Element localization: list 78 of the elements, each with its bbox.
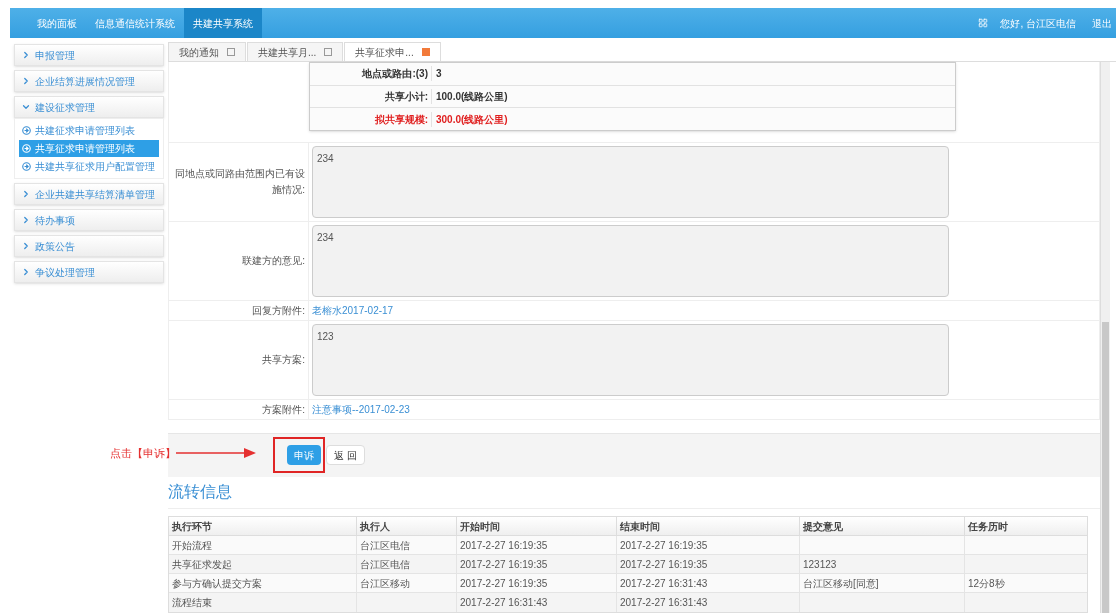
grid-icon[interactable] [978,18,989,28]
summary-value: 3 [435,67,442,82]
table-cell-text: 开始流程 [172,538,212,553]
sidebar-subitem[interactable]: 共建共享征求用户配置管理 [19,158,159,175]
sidebar-item[interactable]: 建设征求管理 [14,96,164,118]
close-icon[interactable] [227,48,235,56]
summary-value: 100.0(线路公里) [435,90,508,104]
table-cell-text: 台江区电信 [360,557,410,572]
sidebar-item[interactable]: 政策公告 [14,235,164,257]
sidebar-subitem[interactable]: 共建征求申请管理列表 [19,122,159,139]
arrow-icon [176,448,256,459]
column-header: 开始时间 [460,519,500,534]
field-label: 同地点或同路由范围内已有设施情况: [174,167,305,197]
page-tab[interactable]: 共享征求申... [344,42,441,61]
field-label: 共享方案: [262,353,305,367]
attachment-link[interactable]: 老榕水2017-02-17 [312,303,394,318]
section-title: 流转信息 [168,482,232,503]
attachment-link[interactable]: 注意事项--2017-02-23 [312,402,410,417]
arrow-circle-icon [22,144,31,153]
back-button[interactable]: 返 回 [326,445,365,466]
summary-value: 300.0(线路公里) [435,112,508,127]
nav-tab[interactable]: 我的面板 [28,8,86,38]
table-cell-text: 2017-2-27 16:19:35 [460,576,548,591]
table-cell-text: 2017-2-27 16:19:35 [620,557,708,572]
column-header: 结束时间 [620,519,660,534]
text-area[interactable]: 123 [312,324,949,396]
appeal-button[interactable]: 申诉 [287,445,321,466]
sidebar-item[interactable]: 企业共建共享结算清单管理 [14,183,164,205]
column-header: 任务历时 [968,519,1008,534]
field-label: 联建方的意见: [242,254,305,268]
close-icon[interactable] [324,48,333,56]
table-cell-text: 共享征求发起 [172,557,232,572]
chevron-right-icon [21,267,31,277]
nav-tab[interactable]: 信息通信统计系统 [86,8,184,38]
table-cell-text: 台江区电信 [360,538,410,553]
chevron-down-icon [21,102,31,112]
greeting-text: 您好, 台江区电信 [1000,16,1076,31]
text-area[interactable]: 234 [312,225,949,297]
summary-label: 拟共享规模: [310,111,432,127]
sidebar-item[interactable]: 待办事项 [14,209,164,231]
sidebar-item[interactable]: 争议处理管理 [14,261,164,283]
table-cell-text: 123123 [803,557,837,572]
arrow-circle-icon [22,126,31,135]
sidebar-item[interactable]: 申报管理 [14,44,164,66]
table-cell-text: 2017-2-27 16:19:35 [460,557,548,572]
chevron-right-icon [21,189,31,199]
field-label: 方案附件: [262,402,305,417]
table-cell-text: 参与方确认提交方案 [172,576,262,591]
close-icon[interactable] [421,48,430,56]
nav-tab[interactable]: 共建共享系统 [184,8,262,38]
annotation-text: 点击【申诉】 [110,446,176,461]
table-cell-text: 台江区移动 [360,576,410,591]
table-cell-text: 2017-2-27 16:19:35 [620,538,708,553]
chevron-right-icon [21,215,31,225]
chevron-right-icon [21,241,31,251]
sidebar-item[interactable]: 企业结算进展情况管理 [14,70,164,92]
table-cell-text: 2017-2-27 16:31:43 [460,596,548,610]
field-label: 回复方附件: [252,303,305,318]
page-tab[interactable]: 共建共享月... [247,42,344,61]
summary-label: 共享小计: [310,89,432,104]
chevron-right-icon [21,50,31,60]
text-area[interactable]: 234 [312,146,949,218]
chevron-right-icon [21,76,31,86]
column-header: 执行环节 [172,519,212,534]
arrow-circle-icon [22,162,31,171]
column-header: 提交意见 [803,519,843,534]
table-cell-text: 流程结束 [172,596,212,610]
logout-link[interactable]: 退出 [1092,15,1112,31]
table-cell-text: 台江区移动[同意] [803,576,879,591]
sidebar-subitem[interactable]: 共享征求申请管理列表 [19,140,159,157]
table-cell-text: 2017-2-27 16:19:35 [460,538,548,553]
page-tab[interactable]: 我的通知 [168,42,246,61]
highlight-box [273,437,325,473]
table-cell-text: 2017-2-27 16:31:43 [620,576,708,591]
column-header: 执行人 [360,519,390,534]
summary-label: 地点或路由:(3) [310,66,432,82]
table-cell-text: 12分8秒 [968,576,1005,591]
table-cell-text: 2017-2-27 16:31:43 [620,596,708,610]
